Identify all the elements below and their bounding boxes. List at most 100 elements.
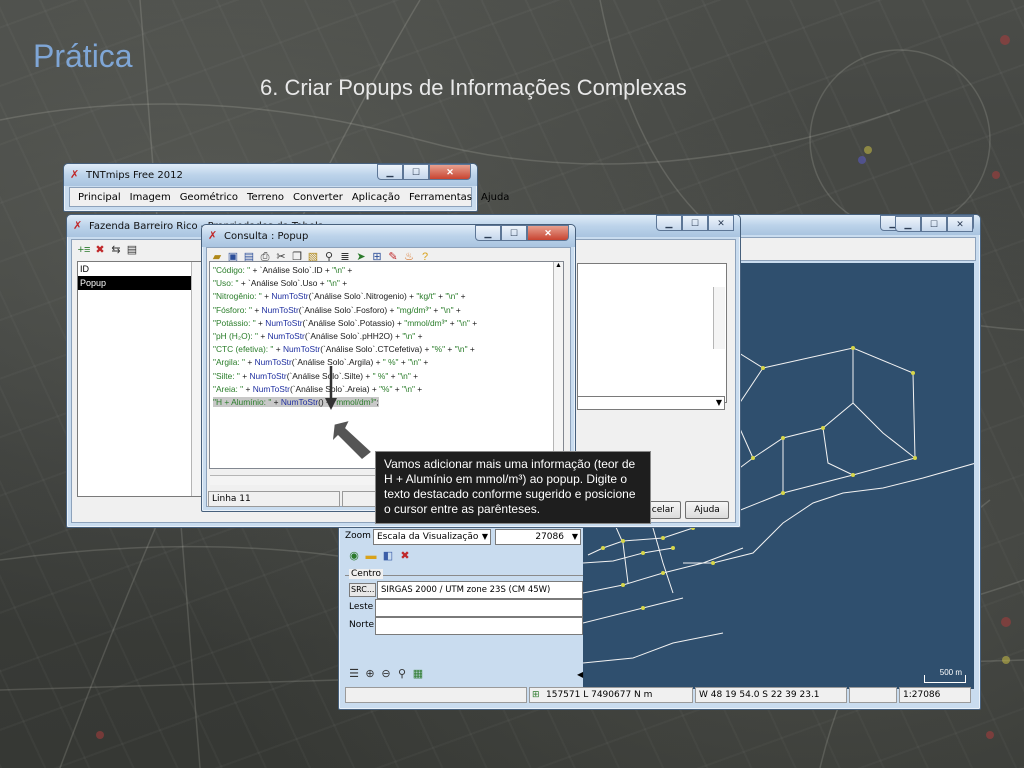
code-token: "\n"	[397, 370, 411, 381]
chevron-down-icon: ▼	[481, 532, 488, 541]
code-line[interactable]: "Nitrogênio: " + NumToStr(`Análise Solo`…	[213, 290, 560, 303]
minimize-icon[interactable]: ▁	[377, 164, 403, 180]
table-window-controls: ▁ ☐ ✕	[656, 215, 734, 231]
maximize-icon[interactable]: ☐	[682, 215, 708, 231]
code-line[interactable]: "Argila: " + NumToStr(`Análise Solo`.Arg…	[213, 356, 560, 369]
code-token: NumToStr	[267, 330, 305, 341]
code-token: (`Análise Solo`.Silte) +	[286, 370, 373, 381]
add-field-icon[interactable]: +≡	[77, 243, 91, 257]
code-token: "pH (H₂O): "	[213, 330, 259, 341]
zoom-out-icon[interactable]: ⊖	[379, 667, 393, 681]
globe-icon[interactable]: ◉	[347, 549, 361, 563]
code-token: NumToStr	[280, 396, 319, 407]
tntmips-logo-icon: ✗	[70, 168, 80, 181]
close-icon[interactable]: ✕	[947, 216, 973, 232]
main-window-controls: ▁ ☐ ✕	[377, 164, 471, 180]
maximize-icon[interactable]: ☐	[921, 216, 947, 232]
delete-field-icon[interactable]: ✖	[93, 243, 107, 257]
code-line[interactable]: "Uso: " + `Análise Solo`.Uso + "\n" +	[213, 277, 560, 290]
code-token: "\n"	[332, 265, 346, 275]
map-icon[interactable]: ▦	[411, 667, 425, 681]
menu-terreno[interactable]: Terreno	[247, 192, 284, 203]
table-icon[interactable]: ▤	[125, 243, 139, 257]
secondary-window-edge: ▁ ☐ ✕	[892, 214, 981, 238]
query-editor[interactable]: "Código: " + `Análise Solo`.ID + "\n" + "…	[209, 261, 564, 469]
search-icon[interactable]: ⚲	[395, 667, 409, 681]
code-token: +	[392, 383, 403, 394]
menu-aplicacao[interactable]: Aplicação	[352, 192, 400, 203]
code-line[interactable]: "pH (H₂O): " + NumToStr(`Análise Solo`.p…	[213, 330, 560, 343]
maximize-icon[interactable]: ☐	[501, 225, 527, 241]
src-button[interactable]: SRC...	[349, 583, 376, 597]
minimize-icon[interactable]: ▁	[475, 225, 501, 241]
close-icon[interactable]: ✕	[527, 225, 569, 241]
code-line[interactable]: "CTC (efetiva): " + NumToStr(`Análise So…	[213, 343, 560, 356]
code-token: +	[273, 344, 283, 355]
stop-icon[interactable]: ✖	[398, 549, 412, 563]
zoom-value-input[interactable]: 27086 ▼	[495, 529, 581, 545]
code-token: +	[415, 330, 423, 341]
maximize-icon[interactable]: ☐	[403, 164, 429, 180]
secondary-window-controls: ▁ ☐ ✕	[895, 216, 973, 232]
code-token: (`Análise Solo`.Nitrogenio) +	[308, 291, 417, 302]
code-token: "\n"	[454, 344, 468, 355]
layers-icon[interactable]: ◧	[381, 549, 395, 563]
code-token: NumToStr	[265, 317, 303, 328]
code-line[interactable]: "Areia: " + NumToStr(`Análise Solo`.Arei…	[213, 383, 560, 396]
close-icon[interactable]: ✕	[708, 215, 734, 231]
status-empty	[345, 687, 527, 703]
map-tool-icons: ◉ ▬ ◧ ✖	[347, 549, 412, 563]
map-bottom-tools: ☰ ⊕ ⊖ ⚲ ▦	[347, 667, 425, 681]
code-line[interactable]: "Potássio: " + NumToStr(`Análise Solo`.P…	[213, 317, 560, 330]
folder-icon[interactable]: ▬	[364, 549, 378, 563]
code-token: (`Análise Solo`.CTCefetiva) +	[320, 344, 432, 355]
code-token: +	[258, 330, 268, 341]
menu-imagem[interactable]: Imagem	[130, 192, 171, 203]
zoom-in-icon[interactable]: ⊕	[363, 667, 377, 681]
code-token: +	[252, 304, 262, 315]
collapse-arrow-icon[interactable]: ◀	[577, 670, 583, 679]
tntmips-logo-icon: ✗	[73, 219, 83, 232]
table-right-select[interactable]: ▼	[577, 396, 725, 410]
code-line[interactable]: "Código: " + `Análise Solo`.ID + "\n" +	[213, 264, 560, 277]
field-list[interactable]: ID Popup	[77, 261, 203, 497]
help-button[interactable]: Ajuda	[685, 501, 729, 519]
menu-principal[interactable]: Principal	[78, 192, 121, 203]
code-token: () +	[318, 396, 334, 407]
menu-converter[interactable]: Converter	[293, 192, 343, 203]
code-token: (`Análise Solo`.Areia) +	[289, 383, 380, 394]
code-line[interactable]: "H + Alumínio: " + NumToStr() + "mmol/dm…	[213, 396, 560, 409]
zoom-mode-select[interactable]: Escala da Visualização ▼	[373, 529, 491, 545]
menu-ajuda[interactable]: Ajuda	[481, 192, 509, 203]
close-icon[interactable]: ✕	[429, 164, 471, 180]
code-token: "%"	[431, 344, 446, 355]
field-list-item[interactable]: ID	[78, 262, 202, 276]
minimize-icon[interactable]: ▁	[895, 216, 921, 232]
east-field[interactable]	[375, 599, 583, 617]
code-token: "Fósforo: "	[213, 304, 252, 315]
table-right-scrollbar[interactable]	[713, 287, 725, 349]
center-group-label: Centro	[349, 569, 384, 579]
field-list-item-selected[interactable]: Popup	[78, 276, 202, 290]
north-label: Norte	[349, 620, 375, 630]
code-line[interactable]: "Silte: " + NumToStr(`Análise Solo`.Silt…	[213, 370, 560, 383]
north-field[interactable]	[375, 617, 583, 635]
code-token: + `Análise Solo`.ID +	[250, 265, 333, 275]
menu-geometrico[interactable]: Geométrico	[180, 192, 238, 203]
edit-field-icon[interactable]: ⇆	[109, 243, 123, 257]
code-token: (`Análise Solo`.Potassio) +	[302, 317, 405, 328]
minimize-icon[interactable]: ▁	[656, 215, 682, 231]
src-field[interactable]: SIRGAS 2000 / UTM zone 23S (CM 45W)	[377, 581, 583, 599]
blank-status	[849, 687, 897, 703]
scale-status: 1:27086	[899, 687, 971, 703]
code-line[interactable]: "Fósforo: " + NumToStr(`Análise Solo`.Fo…	[213, 304, 560, 317]
legend-icon[interactable]: ☰	[347, 667, 361, 681]
menu-ferramentas[interactable]: Ferramentas	[409, 192, 472, 203]
scroll-up-icon[interactable]: ▲	[554, 262, 563, 269]
code-token: +	[339, 278, 348, 289]
query-editor-vscroll[interactable]: ▲	[553, 262, 563, 468]
code-token: +	[261, 291, 272, 302]
latlon-status: W 48 19 54.0 S 22 39 23.1	[695, 687, 847, 703]
table-right-panel	[577, 263, 727, 403]
code-token: "%"	[379, 383, 393, 394]
